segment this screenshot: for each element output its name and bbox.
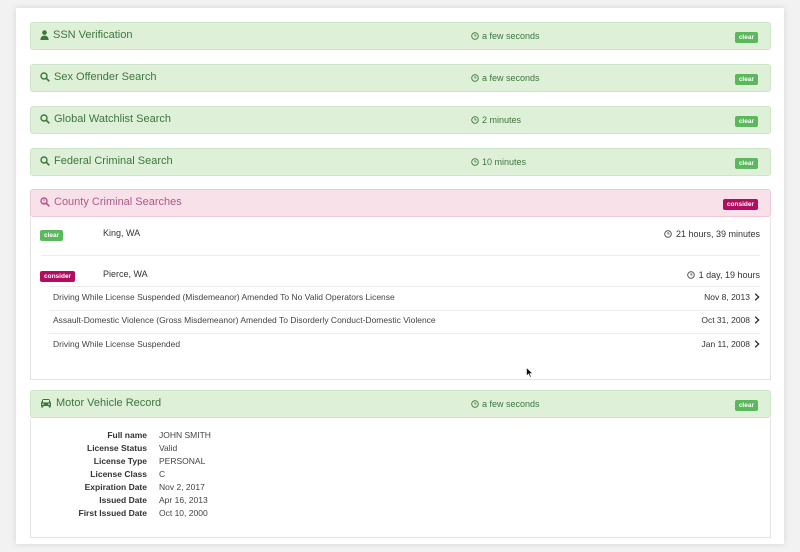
charge-description: Driving While License Suspended [53, 339, 181, 349]
field-label: License Status [87, 443, 147, 453]
section-header[interactable]: Motor Vehicle Record a few seconds clear [30, 390, 771, 418]
field-value: Nov 2, 2017 [159, 482, 205, 492]
section-title: Federal Criminal Search [54, 155, 173, 167]
charge-description: Driving While License Suspended (Misdeme… [53, 292, 395, 302]
field-value: Apr 16, 2013 [159, 495, 208, 505]
county-time: 1 day, 19 hours [686, 270, 760, 280]
search-icon [40, 156, 50, 166]
search-icon [40, 114, 50, 124]
divider [49, 286, 760, 287]
field-value: PERSONAL [159, 456, 206, 466]
field-label: Full name [107, 430, 147, 440]
section-title: SSN Verification [53, 29, 133, 41]
chevron-right-icon[interactable] [754, 293, 760, 301]
mvr-field: Full name JOHN SMITH [31, 430, 431, 443]
clock-icon [471, 400, 479, 408]
divider [49, 333, 760, 334]
mvr-details: Full name JOHN SMITH License Status Valid … [30, 418, 771, 538]
section-header[interactable]: Federal Criminal Search 10 minutes clear [30, 148, 771, 176]
section-title: Global Watchlist Search [54, 113, 171, 125]
car-icon [40, 398, 52, 408]
charge-description: Assault-Domestic Violence (Gross Misdeme… [53, 315, 436, 325]
clock-icon [471, 158, 479, 166]
field-label: First Issued Date [78, 508, 148, 518]
status-badge: clear [734, 32, 758, 43]
elapsed-time: a few seconds [482, 399, 540, 409]
search-icon [40, 72, 50, 82]
mvr-field: License Status Valid [31, 443, 431, 456]
county-results: clear King, WA 21 hours, 39 minutes cons… [30, 217, 771, 380]
charge-date: Nov 8, 2013 [704, 292, 760, 302]
divider [49, 310, 760, 311]
mvr-field: Expiration Date Nov 2, 2017 [31, 482, 431, 495]
mvr-field: License Class C [31, 469, 431, 482]
section-title: Sex Offender Search [54, 71, 157, 83]
section-header[interactable]: SSN Verification a few seconds clear [30, 22, 771, 50]
status-badge: clear [734, 400, 758, 411]
section-motor-vehicle-record: Motor Vehicle Record a few seconds clear… [30, 390, 771, 538]
field-value: Valid [159, 443, 178, 453]
clock-icon [471, 116, 479, 124]
elapsed-time: 10 minutes [482, 157, 527, 167]
status-badge: clear [734, 74, 758, 85]
row-status-badge: clear [40, 230, 64, 241]
row-status-badge: consider [40, 271, 76, 282]
clock-icon [471, 74, 479, 82]
county-time: 21 hours, 39 minutes [664, 229, 760, 239]
mvr-field: First Issued Date Oct 10, 2000 [31, 508, 431, 521]
section-global-watchlist-search[interactable]: Global Watchlist Search 2 minutes clear [30, 106, 771, 134]
section-title: Motor Vehicle Record [56, 397, 162, 409]
clock-icon [664, 230, 672, 238]
elapsed-time: 1 day, 19 hours [698, 270, 760, 280]
county-location[interactable]: Pierce, WA [103, 269, 148, 279]
chevron-right-icon[interactable] [754, 316, 760, 324]
clock-icon [471, 32, 479, 40]
mvr-field: Issued Date Apr 16, 2013 [31, 495, 431, 508]
field-label: License Type [93, 456, 147, 466]
chevron-right-icon[interactable] [754, 340, 760, 348]
status-badge: consider [722, 199, 758, 210]
section-header[interactable]: Global Watchlist Search 2 minutes clear [30, 106, 771, 134]
search-warning-icon [40, 197, 50, 207]
charge-date-text: Oct 31, 2008 [701, 315, 750, 325]
field-label: Expiration Date [84, 482, 147, 492]
section-county-criminal-searches: County Criminal Searches consider clear … [30, 189, 771, 380]
status-badge: clear [734, 158, 758, 169]
charge-date: Jan 11, 2008 [701, 339, 760, 349]
clock-icon [686, 271, 695, 279]
divider [41, 255, 760, 256]
elapsed-time: 2 minutes [482, 115, 522, 125]
field-value: Oct 10, 2000 [159, 508, 208, 518]
mvr-field: License Type PERSONAL [31, 456, 431, 469]
elapsed-time: 21 hours, 39 minutes [675, 229, 760, 239]
report-page: SSN Verification a few seconds clear Sex… [16, 8, 784, 544]
section-header[interactable]: County Criminal Searches consider [30, 189, 771, 217]
section-ssn-verification[interactable]: SSN Verification a few seconds clear [30, 22, 771, 50]
charge-date-text: Jan 11, 2008 [701, 339, 750, 349]
charge-date: Oct 31, 2008 [701, 315, 760, 325]
section-header[interactable]: Sex Offender Search a few seconds clear [30, 64, 771, 92]
mouse-cursor-icon [526, 367, 534, 378]
elapsed-time: a few seconds [482, 73, 540, 83]
status-badge: clear [734, 116, 758, 127]
elapsed-time: a few seconds [482, 31, 540, 41]
section-title: County Criminal Searches [54, 196, 182, 208]
field-value: C [159, 469, 166, 479]
section-sex-offender-search[interactable]: Sex Offender Search a few seconds clear [30, 64, 771, 92]
field-label: Issued Date [99, 495, 147, 505]
county-location[interactable]: King, WA [103, 228, 140, 238]
user-icon [40, 30, 49, 40]
field-label: License Class [90, 469, 147, 479]
field-value: JOHN SMITH [159, 430, 211, 440]
charge-date-text: Nov 8, 2013 [704, 292, 750, 302]
section-federal-criminal-search[interactable]: Federal Criminal Search 10 minutes clear [30, 148, 771, 176]
